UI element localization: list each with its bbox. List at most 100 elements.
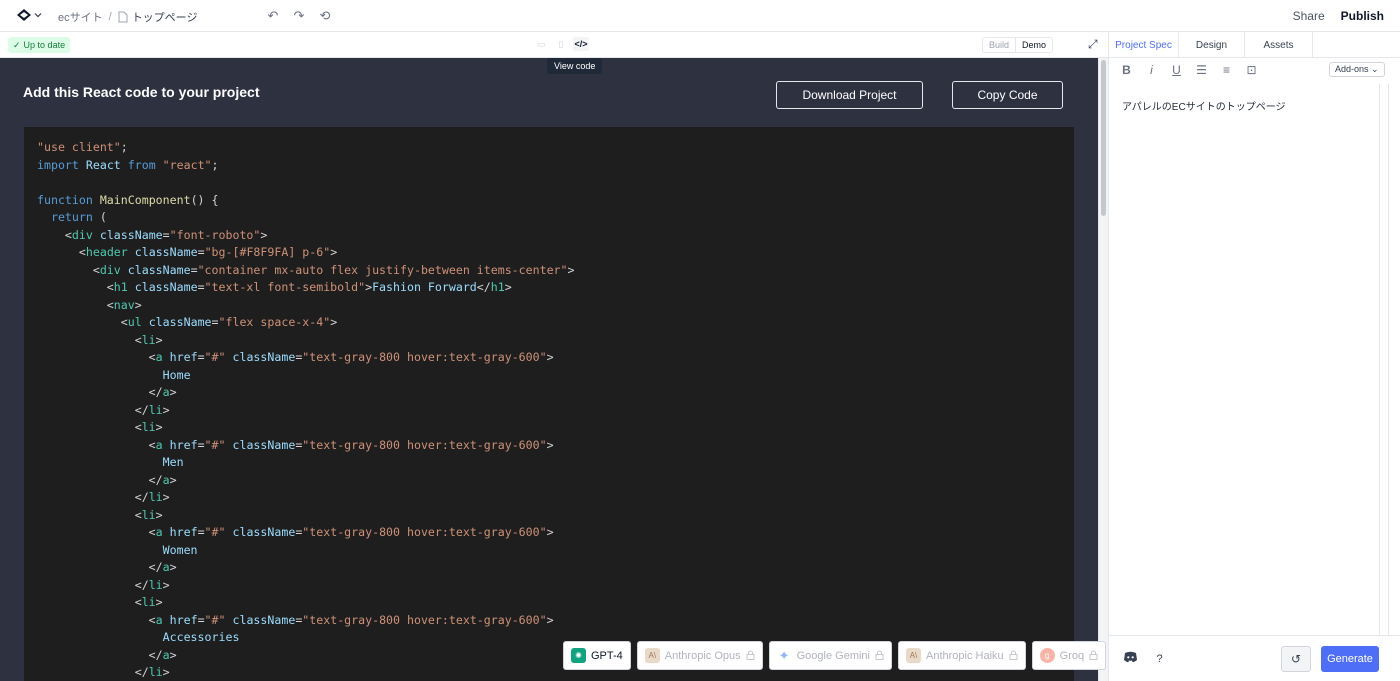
code-token: className — [127, 262, 191, 277]
code-token: "container mx-auto flex justify-between … — [197, 262, 568, 277]
code-token: Accessories — [162, 630, 240, 644]
model-chip[interactable]: ✦ Google Gemini — [768, 641, 892, 670]
code-token: ; — [211, 157, 219, 172]
code-token: "text-gray-800 hover:text-gray-600" — [302, 612, 547, 627]
code-line: </li> — [37, 577, 1061, 595]
code-token: li — [141, 420, 156, 434]
anthropic-icon: A\ — [906, 648, 921, 663]
model-chip[interactable]: ✺ GPT-4 — [563, 641, 631, 670]
code-token: "#" — [204, 437, 226, 452]
spec-tabs: Project Spec Design Assets — [1109, 32, 1400, 58]
code-token: > — [169, 385, 177, 399]
breadcrumb: ecサイト / トップページ — [58, 9, 197, 25]
code-token: li — [141, 595, 156, 609]
ordered-list-icon[interactable]: ☰ — [1194, 62, 1209, 78]
code-token: "text-xl font-semibold" — [204, 280, 366, 294]
code-token: > — [567, 262, 575, 277]
code-token: React — [85, 157, 121, 172]
copy-code-button[interactable]: Copy Code — [952, 81, 1063, 109]
bold-icon[interactable]: B — [1119, 62, 1134, 78]
breadcrumb-project[interactable]: ecサイト — [58, 9, 103, 25]
model-chip[interactable]: g Groq — [1031, 641, 1107, 670]
code-panel: Add this React code to your project Down… — [0, 58, 1098, 681]
code-token: className — [134, 280, 198, 294]
build-mode-button[interactable]: Build — [983, 38, 1015, 52]
status-badge: ✓ Up to date — [8, 37, 71, 53]
tab-assets[interactable]: Assets — [1245, 32, 1313, 58]
breadcrumb-page[interactable]: トップページ — [118, 9, 198, 25]
code-token: > — [155, 595, 163, 609]
code-token: = — [211, 315, 219, 329]
breadcrumb-page-label: トップページ — [131, 12, 198, 24]
code-token: a — [162, 560, 170, 574]
share-button[interactable]: Share — [1293, 9, 1325, 23]
addons-label: Add-ons — [1335, 64, 1369, 74]
addons-dropdown[interactable]: Add-ons ⌄ — [1329, 62, 1385, 77]
mobile-icon[interactable]: ▯ — [553, 37, 569, 51]
code-line: import React from "react"; — [37, 157, 1061, 175]
spec-editor-text[interactable]: アパレルのECサイトのトップページ — [1122, 98, 1286, 113]
publish-button[interactable]: Publish — [1341, 9, 1384, 23]
code-token: from — [127, 157, 156, 172]
code-token: > — [169, 560, 177, 574]
code-line: <li> — [37, 507, 1061, 525]
download-project-button[interactable]: Download Project — [776, 81, 923, 109]
model-chip-label: Google Gemini — [796, 649, 870, 662]
code-icon[interactable]: </> — [573, 37, 589, 51]
undo-icon[interactable]: ↶ — [266, 8, 280, 23]
help-icon[interactable]: ? — [1151, 650, 1168, 667]
logo-icon — [17, 9, 31, 21]
scrollbar-thumb[interactable] — [1101, 60, 1106, 216]
code-token: > — [169, 472, 177, 487]
main-scrollbar[interactable] — [1098, 58, 1108, 681]
history-icon[interactable]: ⟲ — [318, 8, 332, 23]
model-chip[interactable]: A\ Anthropic Opus — [636, 641, 763, 670]
expand-icon[interactable]: ⤢ — [1088, 37, 1098, 52]
redo-icon[interactable]: ↷ — [292, 8, 306, 23]
code-token: a — [162, 647, 170, 662]
code-token: = — [197, 437, 205, 452]
underline-icon[interactable]: U — [1169, 62, 1184, 78]
app-logo-menu[interactable] — [16, 8, 42, 22]
spec-scrollbar[interactable] — [1379, 84, 1389, 636]
generate-button[interactable]: Generate — [1321, 646, 1379, 672]
code-token: </ — [37, 490, 149, 504]
lock-icon — [1089, 650, 1098, 662]
lock-icon — [1009, 650, 1018, 662]
code-token: > — [162, 577, 170, 592]
code-token: > — [162, 402, 170, 417]
reset-button[interactable]: ↺ — [1281, 646, 1311, 672]
tab-design[interactable]: Design — [1179, 32, 1245, 58]
groq-icon: g — [1039, 648, 1055, 663]
desktop-icon[interactable]: ▭ — [533, 37, 549, 51]
code-token: > — [169, 647, 177, 662]
code-token: </ — [476, 280, 491, 294]
code-token: > — [330, 245, 338, 259]
code-token: Men — [162, 455, 184, 469]
demo-mode-button[interactable]: Demo — [1015, 38, 1053, 52]
model-chip[interactable]: A\ Anthropic Haiku — [898, 641, 1026, 670]
status-label: Up to date — [23, 40, 66, 50]
bullet-list-icon[interactable]: ≡ — [1219, 62, 1234, 78]
code-token: function — [37, 192, 93, 207]
discord-icon[interactable] — [1123, 651, 1138, 666]
code-token: > — [546, 437, 554, 452]
openai-icon: ✺ — [571, 648, 586, 663]
code-token: li — [141, 332, 156, 347]
code-block[interactable]: "use client"; import React from "react"; … — [24, 127, 1074, 681]
code-token: > — [546, 612, 554, 627]
tab-project-spec[interactable]: Project Spec — [1109, 32, 1179, 58]
code-token: < — [37, 350, 156, 364]
code-token: < — [37, 332, 142, 347]
code-token: div — [71, 227, 93, 242]
code-token: href — [169, 612, 198, 627]
code-token: > — [330, 315, 338, 329]
image-add-icon[interactable]: ⊡ — [1244, 62, 1259, 78]
italic-icon[interactable]: i — [1144, 62, 1159, 78]
